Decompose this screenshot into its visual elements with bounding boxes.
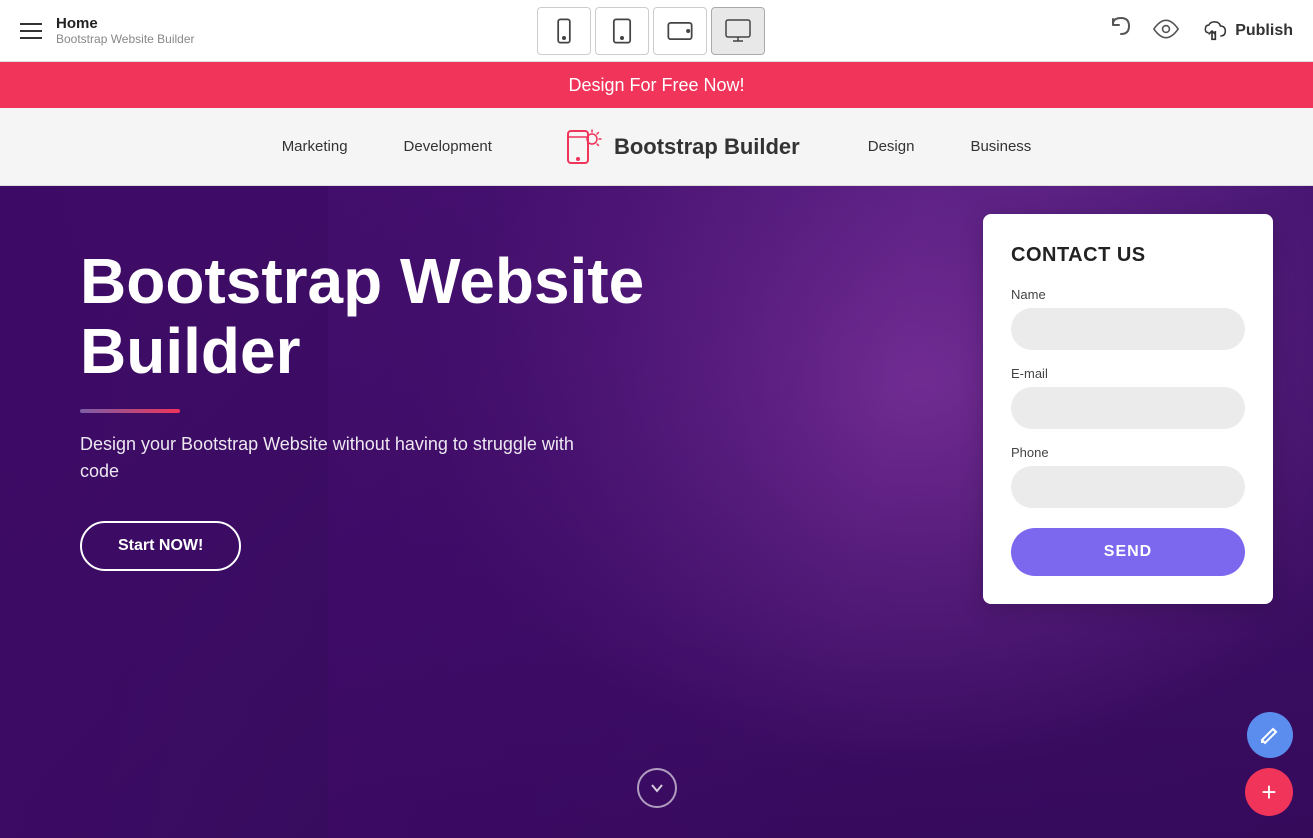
contact-name-input[interactable]: [1011, 308, 1245, 350]
scroll-down-button[interactable]: [637, 768, 677, 808]
hero-content: Bootstrap Website Builder Design your Bo…: [80, 246, 760, 571]
brand-logo-icon: [560, 125, 604, 169]
nav-development[interactable]: Development: [376, 138, 520, 155]
publish-label: Publish: [1235, 22, 1293, 40]
tablet-landscape-btn[interactable]: [653, 7, 707, 55]
eye-icon: [1153, 16, 1179, 42]
hero-subtitle: Design your Bootstrap Website without ha…: [80, 431, 580, 485]
undo-icon: [1107, 14, 1135, 42]
contact-card: CONTACT US Name E-mail Phone SEND: [983, 214, 1273, 604]
promo-text: Design For Free Now!: [568, 75, 744, 96]
desktop-icon: [724, 17, 752, 45]
hero-divider: [80, 409, 180, 413]
undo-button[interactable]: [1107, 14, 1135, 48]
publish-cloud-icon: [1197, 19, 1227, 43]
contact-send-button[interactable]: SEND: [1011, 528, 1245, 576]
topbar-left: Home Bootstrap Website Builder: [20, 15, 195, 46]
home-label: Home: [56, 15, 195, 32]
mobile-icon: [550, 17, 578, 45]
contact-email-label: E-mail: [1011, 366, 1245, 381]
brand-name: Bootstrap Builder: [614, 134, 800, 160]
site-navbar: Marketing Development Bootstrap Builder …: [0, 108, 1313, 186]
arrow-down-icon: [649, 780, 665, 796]
topbar-title: Home Bootstrap Website Builder: [56, 15, 195, 46]
hero-title: Bootstrap Website Builder: [80, 246, 760, 387]
hero-cta-button[interactable]: Start NOW!: [80, 521, 241, 571]
topbar: Home Bootstrap Website Builder: [0, 0, 1313, 62]
nav-design[interactable]: Design: [840, 138, 943, 155]
app-subtitle: Bootstrap Website Builder: [56, 32, 195, 46]
publish-button[interactable]: Publish: [1197, 19, 1293, 43]
nav-marketing[interactable]: Marketing: [254, 138, 376, 155]
tablet-landscape-icon: [666, 17, 694, 45]
contact-phone-label: Phone: [1011, 445, 1245, 460]
menu-icon[interactable]: [20, 23, 42, 39]
navbar-brand: Bootstrap Builder: [560, 125, 800, 169]
tablet-icon: [608, 17, 636, 45]
mobile-device-btn[interactable]: [537, 7, 591, 55]
fab-add-button[interactable]: +: [1245, 768, 1293, 816]
plus-icon: +: [1261, 777, 1276, 808]
device-switcher: [537, 7, 765, 55]
contact-name-label: Name: [1011, 287, 1245, 302]
promo-bar[interactable]: Design For Free Now!: [0, 62, 1313, 108]
fab-edit-button[interactable]: [1247, 712, 1293, 758]
hero-section: Bootstrap Website Builder Design your Bo…: [0, 186, 1313, 838]
nav-business[interactable]: Business: [942, 138, 1059, 155]
preview-button[interactable]: [1153, 16, 1179, 45]
contact-email-input[interactable]: [1011, 387, 1245, 429]
contact-title: CONTACT US: [1011, 244, 1245, 267]
edit-icon: [1259, 724, 1281, 746]
tablet-device-btn[interactable]: [595, 7, 649, 55]
topbar-right: Publish: [1107, 14, 1293, 48]
contact-phone-input[interactable]: [1011, 466, 1245, 508]
desktop-device-btn[interactable]: [711, 7, 765, 55]
